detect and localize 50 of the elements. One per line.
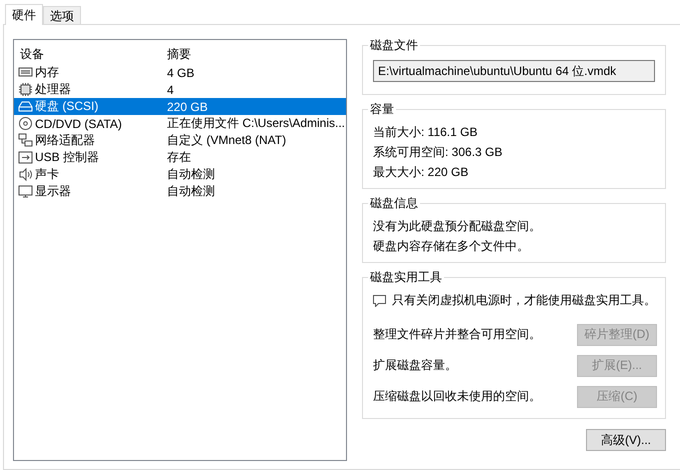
capacity-line: 系统可用空间: 306.3 GB <box>372 144 504 161</box>
action-description: 压缩磁盘以回收未使用的空间。 <box>373 388 541 405</box>
note-text: 只有关闭虚拟机电源时，才能使用磁盘实用工具。 <box>392 292 656 309</box>
device-name: 硬盘 (SCSI) <box>35 98 98 115</box>
device-row[interactable]: CD/DVD (SATA) 正在使用文件 C:\Users\Adminis... <box>14 115 346 132</box>
tab[interactable]: 硬件 <box>5 4 43 25</box>
disc-icon <box>18 116 33 131</box>
device-name: 显示器 <box>35 183 71 200</box>
device-name: 声卡 <box>35 166 59 183</box>
chip-icon <box>18 82 33 97</box>
column-header[interactable]: 摘要 <box>166 46 346 62</box>
device-name: 处理器 <box>35 81 71 98</box>
usb-icon <box>18 150 33 165</box>
action-description: 整理文件碎片并整合可用空间。 <box>373 326 541 343</box>
device-name: 内存 <box>35 64 59 81</box>
advanced-button[interactable]: 高级(V)... <box>586 429 666 451</box>
device-summary: 正在使用文件 C:\Users\Adminis... <box>166 115 346 132</box>
device-summary: 自动检测 <box>166 183 216 200</box>
monitor-icon <box>18 184 33 199</box>
device-row[interactable]: 显示器 自动检测 <box>14 183 346 200</box>
device-summary: 220 GB <box>166 100 209 114</box>
group-title: 容量 <box>368 102 396 117</box>
device-summary: 自定义 (VMnet8 (NAT) <box>166 132 288 149</box>
tab[interactable]: 选项 <box>43 6 81 24</box>
info-line: 没有为此硬盘预分配磁盘空间。 <box>372 218 542 235</box>
device-row[interactable]: 网络适配器 自定义 (VMnet8 (NAT) <box>14 132 346 149</box>
device-name: USB 控制器 <box>35 149 100 166</box>
device-row[interactable]: USB 控制器 存在 <box>14 149 346 166</box>
network-icon <box>18 133 33 148</box>
action-description: 扩展磁盘容量。 <box>373 357 457 374</box>
device-row[interactable]: 内存 4 GB <box>14 64 346 81</box>
device-row[interactable]: 硬盘 (SCSI) 220 GB <box>14 98 346 115</box>
group-title: 磁盘信息 <box>368 196 420 211</box>
capacity-line: 最大大小: 220 GB <box>372 164 470 181</box>
speaker-icon <box>18 167 33 182</box>
device-row[interactable]: 声卡 自动检测 <box>14 166 346 183</box>
device-name: 网络适配器 <box>35 132 95 149</box>
device-summary: 4 GB <box>166 66 196 80</box>
info-line: 硬盘内容存储在多个文件中。 <box>372 238 530 255</box>
device-summary: 存在 <box>166 149 192 166</box>
device-row[interactable]: 处理器 4 <box>14 81 346 98</box>
device-summary: 自动检测 <box>166 166 216 183</box>
disk-file-field[interactable]: E:\virtualmachine\ubuntu\Ubuntu 64 位.vmdk <box>373 60 655 82</box>
group-title: 磁盘文件 <box>368 38 420 53</box>
device-summary: 4 <box>166 82 175 96</box>
device-name: CD/DVD (SATA) <box>35 116 122 130</box>
column-header[interactable]: 设备 <box>14 46 166 62</box>
capacity-line: 当前大小: 116.1 GB <box>372 124 478 141</box>
comment-icon <box>373 294 386 306</box>
group-title: 磁盘实用工具 <box>368 270 444 285</box>
